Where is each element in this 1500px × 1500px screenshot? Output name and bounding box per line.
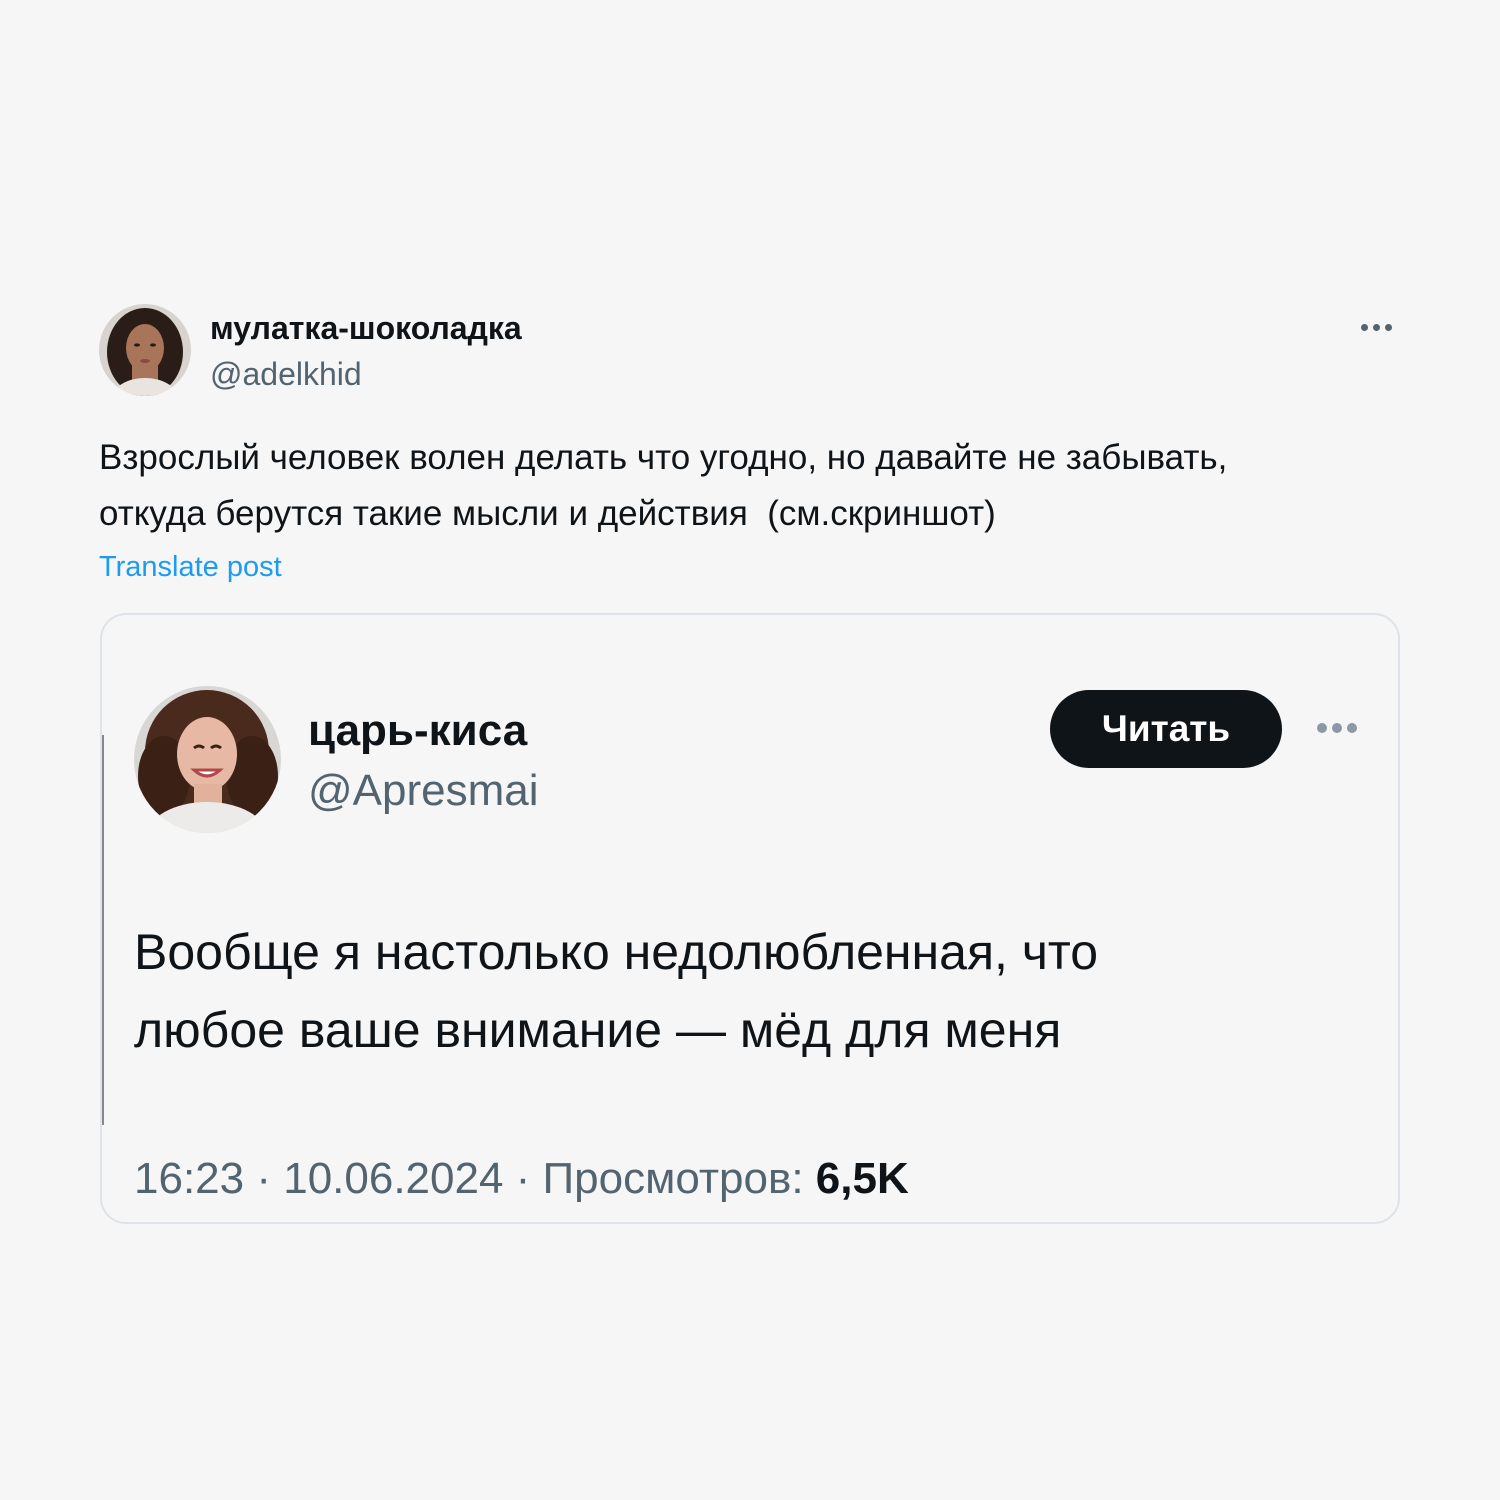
avatar-photo bbox=[134, 686, 281, 833]
more-horizontal-icon[interactable] bbox=[1361, 320, 1392, 334]
more-horizontal-icon[interactable] bbox=[1317, 722, 1357, 734]
embedded-author-avatar[interactable] bbox=[134, 686, 281, 833]
tweet-text: Взрослый человек волен делать что угодно… bbox=[99, 438, 1228, 533]
more-dot bbox=[1385, 323, 1392, 331]
embedded-tweet-meta: 16:23 · 10.06.2024 · Просмотров: 6,5K bbox=[134, 1153, 909, 1205]
meta-separator: · bbox=[503, 1154, 543, 1203]
more-dot bbox=[1373, 323, 1380, 331]
more-dot bbox=[1317, 723, 1327, 733]
tweet-time[interactable]: 16:23 bbox=[134, 1154, 244, 1203]
views-count: 6,5K bbox=[815, 1154, 909, 1203]
tweet-date[interactable]: 10.06.2024 bbox=[283, 1154, 503, 1203]
meta-separator: · bbox=[244, 1154, 284, 1203]
embedded-tweet-text: Вообще я настолько недолюбленная, что лю… bbox=[134, 924, 1099, 1058]
avatar-photo bbox=[99, 304, 191, 396]
translate-post-link[interactable]: Translate post bbox=[99, 549, 282, 585]
author-handle[interactable]: @adelkhid bbox=[210, 354, 362, 394]
tweet: мулатка-шоколадка @adelkhid Взрослый чел… bbox=[0, 0, 1500, 1500]
embedded-author-handle[interactable]: @Apresmai bbox=[308, 765, 539, 817]
card-edge-shadow bbox=[102, 735, 104, 1125]
views-label: Просмотров: bbox=[542, 1154, 816, 1203]
more-dot bbox=[1332, 723, 1342, 733]
embedded-screenshot-card[interactable]: царь-киса @Apresmai Читать Вообще я наст… bbox=[100, 613, 1400, 1224]
more-dot bbox=[1347, 723, 1357, 733]
embedded-author-display-name[interactable]: царь-киса bbox=[308, 705, 527, 757]
author-display-name[interactable]: мулатка-шоколадка bbox=[210, 308, 522, 348]
more-dot bbox=[1361, 323, 1368, 331]
author-avatar[interactable] bbox=[99, 304, 191, 396]
follow-button[interactable]: Читать bbox=[1050, 690, 1282, 768]
